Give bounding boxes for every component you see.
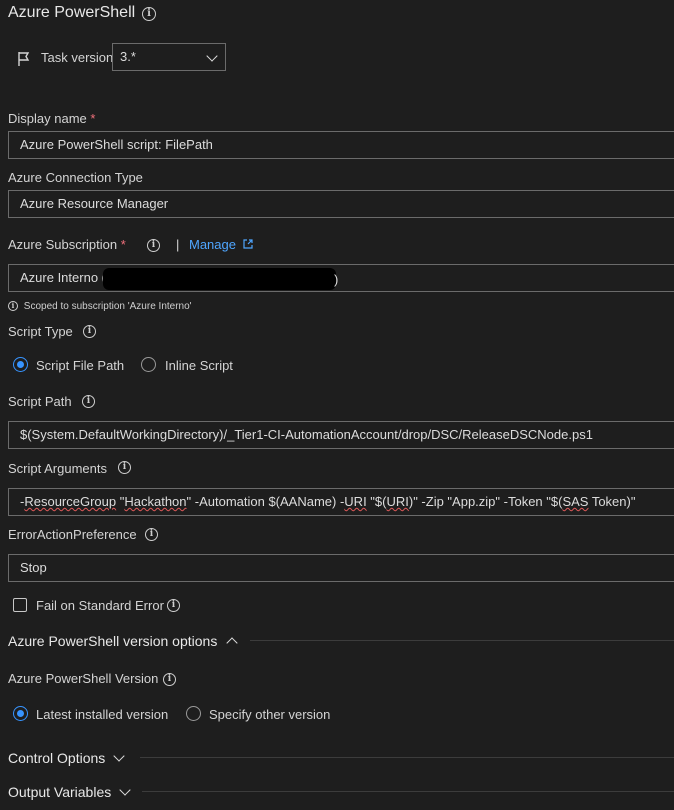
info-icon[interactable]: i <box>163 673 176 686</box>
page-title: Azure PowerShell <box>8 4 136 21</box>
script-type-label: Script Type <box>8 324 73 339</box>
control-options-title: Control Options <box>8 750 106 766</box>
error-action-label: ErrorActionPreference <box>8 527 137 542</box>
subscription-label: Azure Subscription * <box>8 237 126 252</box>
control-options-header[interactable]: Control Options <box>8 750 125 766</box>
separator: | <box>176 237 180 252</box>
required-marker: * <box>90 111 96 126</box>
info-icon[interactable]: i <box>83 325 96 338</box>
display-name-label: Display name * <box>8 111 95 126</box>
chevron-down-icon <box>113 750 125 762</box>
external-link-icon <box>243 239 253 249</box>
script-path-label: Script Path <box>8 394 72 409</box>
info-icon[interactable]: i <box>167 599 180 612</box>
redaction-mark <box>103 268 336 290</box>
task-version-select[interactable]: 3.* <box>112 43 226 71</box>
radio-inline-script-label: Inline Script <box>165 358 233 373</box>
radio-other-version[interactable] <box>186 706 201 721</box>
chevron-up-icon <box>226 637 238 649</box>
subscription-hint: i Scoped to subscription 'Azure Interno' <box>8 301 192 312</box>
info-icon[interactable]: i <box>142 7 156 21</box>
chevron-down-icon <box>206 50 218 62</box>
info-icon[interactable]: i <box>147 239 160 252</box>
arg-text: )" -Zip "App.zip" -Token "$( <box>408 494 563 509</box>
script-path-input[interactable]: $(System.DefaultWorkingDirectory)/_Tier1… <box>8 421 674 449</box>
connection-type-select[interactable]: Azure Resource Manager <box>8 190 674 218</box>
arg-text: "$( <box>366 494 387 509</box>
task-version-value: 3.* <box>120 49 136 64</box>
fail-on-stderr-label: Fail on Standard Error <box>36 598 164 613</box>
version-options-title: Azure PowerShell version options <box>8 633 218 649</box>
arg-text: " -Automation $(AAName) - <box>186 494 345 509</box>
manage-link-label: Manage <box>189 237 236 252</box>
manage-link[interactable]: Manage <box>189 237 253 252</box>
arg-text: URI <box>344 494 367 509</box>
subscription-value: Azure Interno ( <box>20 270 106 285</box>
radio-script-file-path-label: Script File Path <box>36 358 125 373</box>
required-marker: * <box>120 237 126 252</box>
connection-type-label: Azure Connection Type <box>8 170 143 185</box>
display-name-label-text: Display name <box>8 111 87 126</box>
script-arguments-input[interactable]: -ResourceGroup "Hackathon" -Automation $… <box>8 488 674 516</box>
display-name-input[interactable]: Azure PowerShell script: FilePath <box>8 131 674 159</box>
section-divider <box>142 791 674 792</box>
error-action-select[interactable]: Stop <box>8 554 674 582</box>
info-icon: i <box>8 301 18 312</box>
arg-text: URI <box>386 494 409 509</box>
arg-text: Token)" <box>588 494 636 509</box>
radio-script-file-path[interactable] <box>13 357 28 372</box>
flag-icon <box>17 51 31 70</box>
subscription-hint-text: Scoped to subscription 'Azure Interno' <box>23 301 192 312</box>
output-variables-header[interactable]: Output Variables <box>8 784 131 800</box>
info-icon[interactable]: i <box>118 461 131 474</box>
subscription-value-end: ) <box>334 272 339 287</box>
section-divider <box>140 757 674 758</box>
radio-inline-script[interactable] <box>141 357 156 372</box>
info-icon[interactable]: i <box>82 395 95 408</box>
radio-latest-version-label: Latest installed version <box>36 707 169 722</box>
version-options-header[interactable]: Azure PowerShell version options <box>8 633 238 649</box>
info-icon[interactable]: i <box>145 528 158 541</box>
output-variables-title: Output Variables <box>8 784 112 800</box>
arg-text: Hackathon <box>124 494 187 509</box>
chevron-down-icon <box>119 784 131 796</box>
ps-version-label: Azure PowerShell Version <box>8 671 159 686</box>
subscription-label-text: Azure Subscription <box>8 237 118 252</box>
fail-on-stderr-checkbox[interactable] <box>13 598 27 612</box>
section-divider <box>250 640 674 641</box>
radio-latest-version[interactable] <box>13 706 28 721</box>
script-arguments-label: Script Arguments <box>8 461 107 476</box>
task-version-label: Task version <box>41 50 114 65</box>
radio-other-version-label: Specify other version <box>209 707 331 722</box>
arg-text: ResourceGroup <box>24 494 117 509</box>
arg-text: SAS <box>562 494 589 509</box>
